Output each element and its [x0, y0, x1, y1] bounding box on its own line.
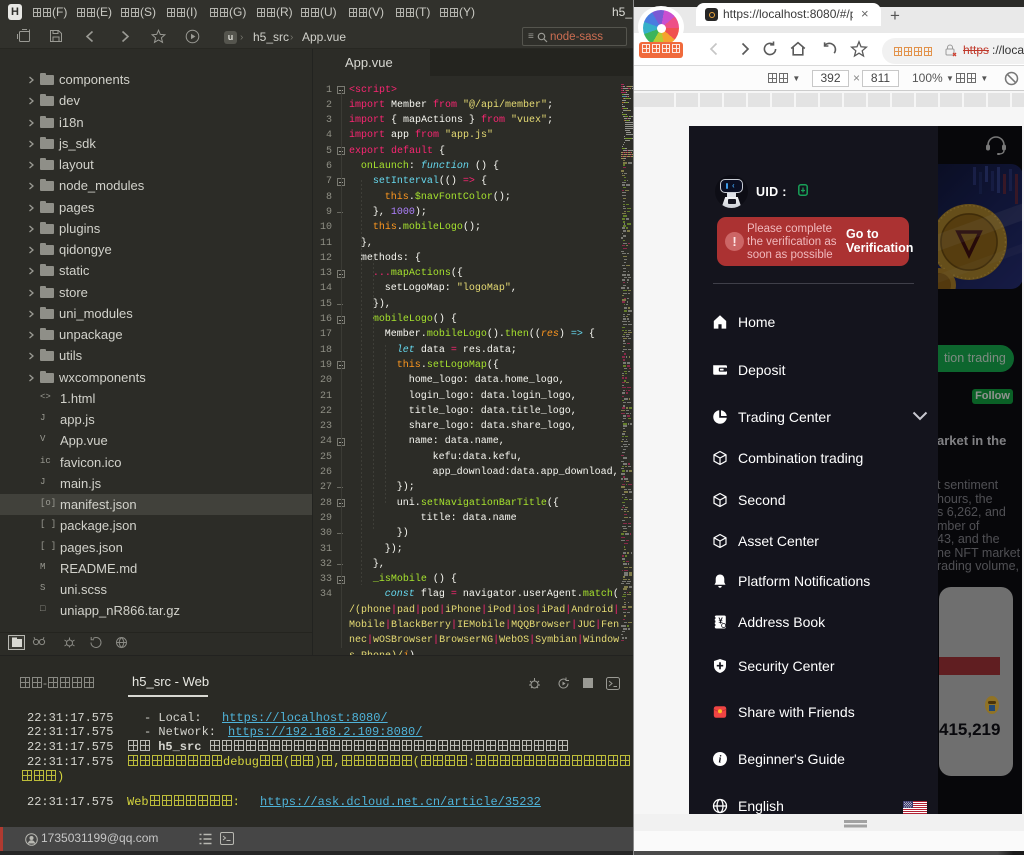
svg-text:i: i [719, 754, 722, 765]
